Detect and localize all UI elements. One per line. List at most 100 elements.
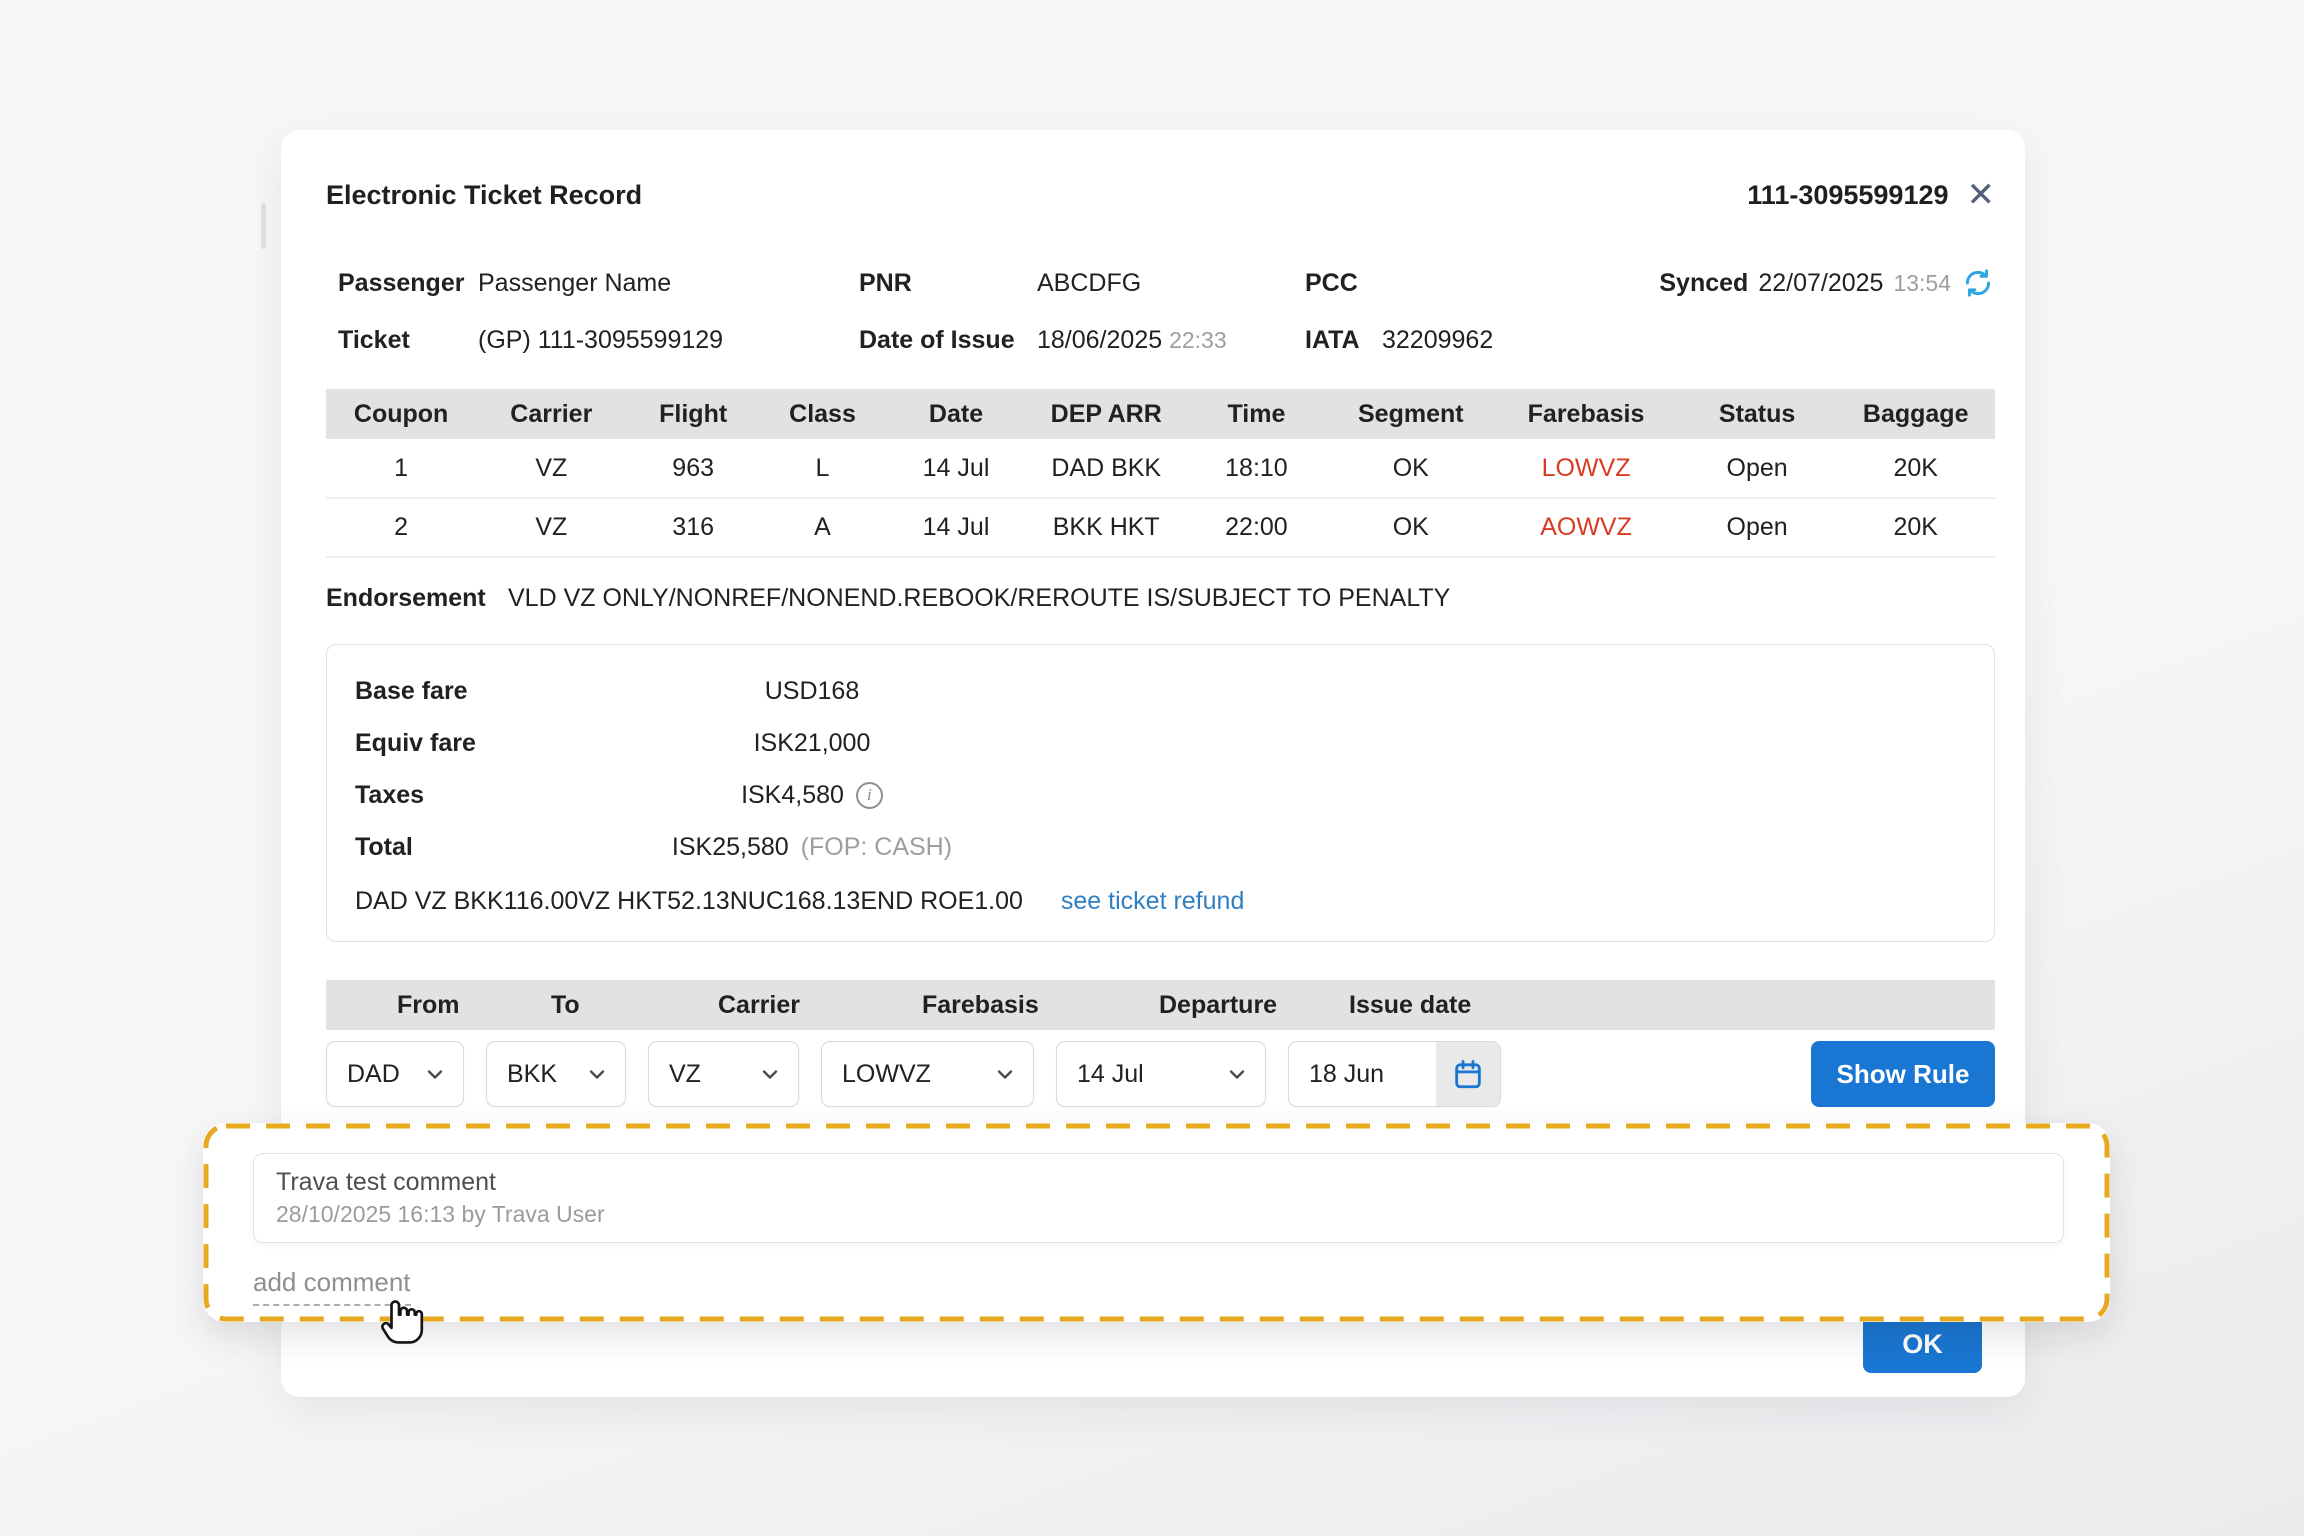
col-coupon: Coupon xyxy=(326,389,476,439)
departure-header: Departure xyxy=(1159,980,1277,1030)
farebasis-select[interactable]: LOWVZ xyxy=(821,1041,1034,1107)
departure-select[interactable]: 14 Jul xyxy=(1056,1041,1266,1107)
cell-coupon: 1 xyxy=(326,439,476,498)
total-value: ISK25,580 xyxy=(672,821,789,873)
passenger-label: Passenger xyxy=(338,269,478,298)
pcc-label: PCC xyxy=(1305,269,1382,298)
chevron-down-icon xyxy=(993,1062,1017,1086)
coupon-table-header-row: Coupon Carrier Flight Class Date DEP ARR… xyxy=(326,389,1995,439)
cell-time: 22:00 xyxy=(1186,498,1328,557)
carrier-value: VZ xyxy=(669,1060,701,1089)
pnr-value: ABCDFG xyxy=(1037,269,1305,298)
col-farebasis: Farebasis xyxy=(1494,389,1678,439)
taxes-row: Taxes ISK4,580 i xyxy=(355,769,1966,821)
cell-coupon: 2 xyxy=(326,498,476,557)
ticket-info-grid: Passenger Passenger Name PNR ABCDFG PCC … xyxy=(338,266,1995,355)
add-comment-link[interactable]: add comment xyxy=(253,1267,411,1306)
sync-refresh-icon[interactable] xyxy=(1961,266,1995,300)
synced-label: Synced xyxy=(1659,269,1748,298)
ticket-label: Ticket xyxy=(338,326,478,355)
iata-value: 32209962 xyxy=(1382,326,1995,355)
cell-carrier: VZ xyxy=(476,498,626,557)
page-background: Electronic Ticket Record 111-3095599129 … xyxy=(0,0,2304,1536)
date-of-issue-value: 18/06/2025 22:33 xyxy=(1037,326,1305,355)
carrier-header: Carrier xyxy=(718,980,800,1030)
chevron-down-icon xyxy=(1225,1062,1249,1086)
issue-date-header: Issue date xyxy=(1349,980,1471,1030)
cell-baggage: 20K xyxy=(1836,439,1995,498)
show-rule-button[interactable]: Show Rule xyxy=(1811,1041,1995,1107)
cell-baggage: 20K xyxy=(1836,498,1995,557)
fare-calculation-row: DAD VZ BKK116.00VZ HKT52.13NUC168.13END … xyxy=(355,883,1966,919)
issue-date-value: 18 Jun xyxy=(1289,1042,1436,1106)
ok-button[interactable]: OK xyxy=(1863,1315,1982,1373)
col-baggage: Baggage xyxy=(1836,389,1995,439)
farebasis-header: Farebasis xyxy=(922,980,1039,1030)
cell-farebasis: AOWVZ xyxy=(1494,498,1678,557)
coupon-row-1: 1 VZ 963 L 14 Jul DAD BKK 18:10 OK LOWVZ… xyxy=(326,439,1995,498)
cell-dep-arr: DAD BKK xyxy=(1027,439,1186,498)
equiv-fare-label: Equiv fare xyxy=(355,717,597,769)
carrier-select[interactable]: VZ xyxy=(648,1041,799,1107)
endorsement-value: VLD VZ ONLY/NONREF/NONEND.REBOOK/REROUTE… xyxy=(508,580,1450,616)
synced-date: 22/07/2025 xyxy=(1758,269,1883,298)
col-time: Time xyxy=(1186,389,1328,439)
synced-time: 13:54 xyxy=(1893,270,1951,297)
to-select[interactable]: BKK xyxy=(486,1041,626,1107)
rule-filter-controls: DAD BKK VZ LOWVZ 14 Jul 18 Jun xyxy=(326,1041,1995,1107)
calendar-button[interactable] xyxy=(1436,1042,1500,1106)
base-fare-label: Base fare xyxy=(355,665,597,717)
taxes-value: ISK4,580 xyxy=(741,769,844,821)
coupon-table: Coupon Carrier Flight Class Date DEP ARR… xyxy=(326,389,1995,558)
chevron-down-icon xyxy=(423,1062,447,1086)
to-value: BKK xyxy=(507,1060,557,1089)
cell-farebasis: LOWVZ xyxy=(1494,439,1678,498)
close-icon[interactable]: ✕ xyxy=(1967,178,1996,212)
col-dep-arr: DEP ARR xyxy=(1027,389,1186,439)
farebasis-value: LOWVZ xyxy=(842,1060,931,1089)
cell-date: 14 Jul xyxy=(885,439,1027,498)
taxes-info-icon[interactable]: i xyxy=(856,782,883,809)
cell-flight: 316 xyxy=(626,498,760,557)
col-date: Date xyxy=(885,389,1027,439)
total-label: Total xyxy=(355,821,597,873)
modal-header: Electronic Ticket Record 111-3095599129 … xyxy=(326,178,1995,212)
fare-summary-box: Base fare USD168 Equiv fare ISK21,000 Ta… xyxy=(326,644,1995,942)
see-ticket-refund-link[interactable]: see ticket refund xyxy=(1061,883,1244,919)
from-select[interactable]: DAD xyxy=(326,1041,464,1107)
col-flight: Flight xyxy=(626,389,760,439)
chevron-down-icon xyxy=(585,1062,609,1086)
cell-class: L xyxy=(760,439,885,498)
taxes-label: Taxes xyxy=(355,769,597,821)
from-header: From xyxy=(397,980,460,1030)
cell-dep-arr: BKK HKT xyxy=(1027,498,1186,557)
issue-date-picker[interactable]: 18 Jun xyxy=(1288,1041,1501,1107)
coupon-row-2: 2 VZ 316 A 14 Jul BKK HKT 22:00 OK AOWVZ… xyxy=(326,498,1995,557)
base-fare-value: USD168 xyxy=(597,665,1027,717)
col-class: Class xyxy=(760,389,885,439)
page-title: Electronic Ticket Record xyxy=(326,180,642,211)
cell-date: 14 Jul xyxy=(885,498,1027,557)
cell-carrier: VZ xyxy=(476,439,626,498)
calendar-icon xyxy=(1451,1057,1485,1091)
background-scrollbar xyxy=(261,203,266,249)
equiv-fare-value: ISK21,000 xyxy=(597,717,1027,769)
cell-status: Open xyxy=(1678,498,1837,557)
chevron-down-icon xyxy=(758,1062,782,1086)
from-value: DAD xyxy=(347,1060,400,1089)
to-header: To xyxy=(551,980,580,1030)
cell-segment: OK xyxy=(1327,439,1494,498)
col-carrier: Carrier xyxy=(476,389,626,439)
synced-info: Synced 22/07/2025 13:54 xyxy=(1659,266,1995,300)
rule-filter-header: From To Carrier Farebasis Departure Issu… xyxy=(326,980,1995,1030)
comment-meta: 28/10/2025 16:13 by Trava User xyxy=(276,1199,2041,1229)
base-fare-row: Base fare USD168 xyxy=(355,665,1966,717)
total-row: Total ISK25,580 (FOP: CASH) xyxy=(355,821,1966,873)
cell-segment: OK xyxy=(1327,498,1494,557)
date-of-issue-label: Date of Issue xyxy=(859,326,1037,355)
cell-flight: 963 xyxy=(626,439,760,498)
fop-note: (FOP: CASH) xyxy=(801,821,952,873)
cell-class: A xyxy=(760,498,885,557)
passenger-value: Passenger Name xyxy=(478,269,859,298)
comment-item: Trava test comment 28/10/2025 16:13 by T… xyxy=(253,1153,2064,1243)
